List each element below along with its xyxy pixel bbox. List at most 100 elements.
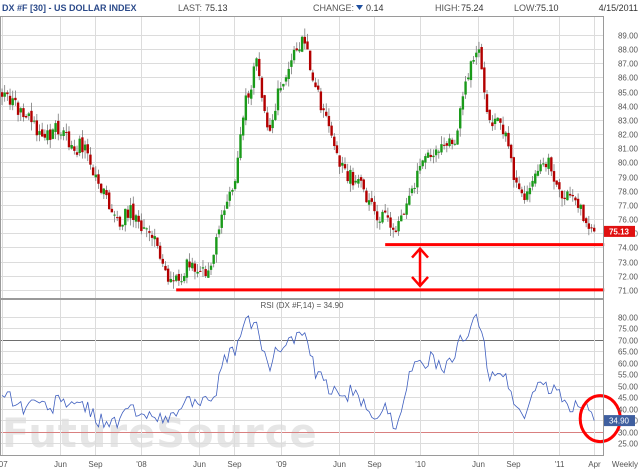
candle-body [266,112,269,128]
candle-body [314,82,317,88]
candle-body [464,81,467,95]
last-price-label: 75.13 [609,227,630,236]
candle-body [73,146,76,151]
candle-body [528,188,532,195]
candle-body [83,144,87,151]
candle-body [199,270,202,272]
down-triangle-icon [356,5,363,10]
candle-body [57,120,60,135]
candle-body [97,174,100,184]
x-tick-label: '08 [136,460,147,469]
price-y-axis: 71.0072.0073.0074.0075.0076.0077.0078.00… [618,32,639,296]
candle-body [260,77,264,98]
candle-body [19,108,22,113]
candle-body [450,139,454,145]
candle-body [258,58,261,77]
price-y-tick-label: 77.00 [618,202,639,211]
candle-body [367,200,371,205]
candle-body [539,164,542,172]
candle-body [507,132,510,147]
candle-body [107,192,111,210]
candle-body [233,181,237,189]
candle-body [354,180,357,183]
candle-body [426,152,430,158]
interval-label: Weekly [612,460,638,469]
candle-body [185,259,189,278]
rsi-y-tick-label: 45.00 [618,394,639,403]
candle-body [6,92,9,95]
candle-body [375,211,379,221]
candle-body [164,265,167,271]
price-y-tick-label: 87.00 [618,60,639,69]
candle-body [531,180,534,187]
price-y-tick-label: 81.00 [618,145,639,154]
candle-body [448,138,451,147]
candle-body [544,163,548,168]
candle-body [515,177,518,183]
candle-body [220,214,223,228]
candle-body [421,160,424,167]
candle-body [172,280,175,282]
candle-body [22,108,25,118]
candle-body [174,275,178,281]
rsi-y-tick-label: 70.00 [618,337,639,346]
candle-body [322,108,325,111]
candle-body [236,157,240,183]
candle-body [75,152,79,155]
candle-body [231,189,234,192]
candle-body [193,263,197,272]
price-y-tick-label: 76.00 [618,216,639,225]
candle-body [456,130,459,145]
candle-body [250,89,253,99]
candle-body [330,125,333,136]
price-y-tick-label: 85.00 [618,89,639,98]
candle-body [542,163,545,165]
candle-body [325,111,328,116]
candle-body [153,236,156,240]
candle-body [349,169,352,184]
rsi-y-tick-label: 80.00 [618,314,639,323]
candle-body [156,237,159,246]
price-y-tick-label: 71.00 [618,287,639,296]
candle-body [579,204,582,209]
watermark: FutureSource [2,411,318,457]
x-tick-label: Sep [367,460,382,469]
price-y-tick-label: 82.00 [618,131,639,140]
candle-body [467,77,470,80]
candle-body [118,216,122,227]
candle-body [306,41,309,50]
candle-body [8,95,12,105]
price-y-tick-label: 84.00 [618,103,639,112]
candle-body [394,230,398,233]
candle-body [526,191,529,200]
candle-body [584,218,588,224]
candle-body [520,189,524,194]
candle-body [292,49,296,61]
candle-body [389,217,392,228]
candle-body [437,151,440,153]
candle-body [496,117,499,122]
candle-body [86,144,89,154]
high-label: HIGH: [435,3,460,13]
price-y-tick-label: 80.00 [618,159,639,168]
chart-canvas: DX #F [30] - US DOLLAR INDEX LAST: 75.13… [0,3,639,469]
price-y-tick-label: 74.00 [618,244,639,253]
candle-body [485,94,489,113]
candle-body [94,174,97,178]
candle-body [429,154,432,158]
candle-body [410,188,414,194]
candle-body [501,124,505,135]
candle-body [166,268,170,282]
candle-body [574,197,577,201]
candle-body [590,227,593,229]
candle-body [150,234,154,238]
candle-body [333,136,336,147]
candle-body [46,130,49,141]
candle-body [188,261,191,268]
candle-body [558,182,561,190]
rsi-y-tick-label: 50.00 [618,383,639,392]
candle-body [35,120,39,136]
price-y-tick-label: 78.00 [618,188,639,197]
candle-body [124,208,127,226]
candle-body [212,254,215,264]
